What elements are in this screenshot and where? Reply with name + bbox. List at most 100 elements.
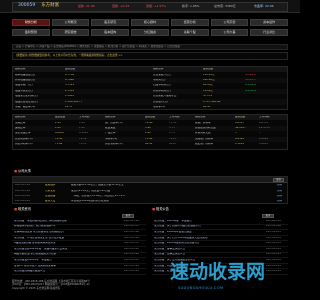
news-date: 2025-05-08: [124, 219, 140, 222]
table-cell: 76.39: [79, 137, 87, 140]
news-title[interactable]: 两融余额增加 东方财富融资买入居前: [12, 253, 122, 256]
news-date: 2025-05-07: [124, 225, 140, 228]
news-date: 2025-04-25: [266, 270, 282, 273]
news-title[interactable]: 东方财富证券2025年第一次临时股东大会决议: [12, 248, 122, 251]
watermark-sub: SUDONGSHOULU.COM: [178, 286, 224, 290]
col-value-2: 最新数值: [203, 68, 214, 71]
col-ratio-c-val: 最新数值: [235, 116, 246, 119]
table-cell: 0.7738: [65, 73, 75, 76]
tab-operations[interactable]: 经营分析: [170, 19, 209, 26]
stat-change: 涨跌: +0.33: [112, 4, 130, 8]
table-cell: 73.94: [55, 143, 63, 146]
tab-overview[interactable]: 公司概况: [51, 19, 90, 26]
event-detail-link[interactable]: 详情: [255, 200, 285, 203]
news-title[interactable]: 东方财富一季度营收同比增长 净利润保持稳健: [12, 220, 122, 223]
table-cell: 固定资产周转率: [195, 143, 214, 146]
stat-pe: 市盈率: 32.06: [254, 4, 274, 8]
tab-shareholders[interactable]: 股东研究: [91, 19, 130, 26]
table-cell: 0.1020: [79, 132, 89, 135]
tab-reports[interactable]: 研究报告: [51, 29, 90, 36]
table-cell: 流动资产周转率: [195, 137, 214, 140]
table-cell: 74.23: [79, 143, 87, 146]
news-title[interactable]: 东方财富回购股份进展公告: [12, 270, 122, 273]
tab-executives[interactable]: 公司高管: [210, 19, 249, 26]
table-cell: 73.94: [145, 137, 153, 140]
stat-price: 最新: 21.36: [78, 4, 95, 8]
news-more-button[interactable]: 更多: [122, 214, 134, 218]
tab-compare[interactable]: 行业对比: [250, 29, 289, 36]
table-row: 销售净利率(%) 73.94 74.23 销售毛利率(%) 92.41 91.67 固定资产…: [13, 142, 287, 147]
tab-capital[interactable]: 资本运作: [250, 19, 289, 26]
notice-bar: [重要提示] 财务数据仅供参考，以上市公司公告为准。一键查看最新财务指标，点击这…: [12, 52, 288, 60]
table-cell: 1,727,428.96: [203, 100, 221, 103]
tab-dividend[interactable]: 分红融资: [131, 29, 169, 36]
news-title[interactable]: 东方财富：董事会决议公告: [152, 248, 264, 251]
col-ratio-c-prev: 上年同期: [259, 116, 270, 119]
news-title[interactable]: 东方财富发布2025年一季度报告: [12, 259, 122, 262]
table-cell: 2.75: [169, 132, 175, 135]
news-title[interactable]: 互联网券商龙头 东方财富基金代销规模回升: [12, 231, 122, 234]
event-type[interactable]: 业绩披露: [43, 195, 69, 198]
bullet-icon: ■: [14, 207, 18, 211]
news-date: 2025-04-30: [124, 242, 140, 245]
table-cell: -4.75%: [203, 95, 213, 98]
ratio-rows: 流动比率 1.45 1.41 资产负债率(%) 74.48 73.30 总资产周转率 0.05…: [13, 120, 287, 147]
table-cell: 营业总收入(元): [153, 73, 171, 76]
event-type[interactable]: 大宗交易: [43, 190, 69, 193]
tab-finance[interactable]: 财务分析: [12, 19, 50, 26]
event-type[interactable]: 融资融券: [43, 184, 69, 187]
table-cell: 流动比率: [15, 121, 26, 124]
watermark-logo: 速动收录网: [170, 261, 266, 283]
event-detail-link[interactable]: 详情: [255, 195, 285, 198]
event-detail-link[interactable]: 详情: [255, 190, 285, 193]
news-title-text: 相关资讯: [18, 207, 31, 211]
table-cell: 74.48: [145, 121, 153, 124]
news-title[interactable]: 东方财富：2024年度利润分配预案公告: [152, 242, 264, 245]
news-title[interactable]: 东方财富：关于回购公司股份的进展公告: [152, 225, 264, 228]
events-title-text: 公司大事: [18, 169, 31, 173]
event-desc: 融资余额213.46亿元，融资买入额11.92亿元: [71, 184, 124, 187]
news-item[interactable]: 东方财富回购股份进展公告 2025-04-23: [12, 269, 146, 275]
news-date: 2025-05-02: [124, 236, 140, 239]
event-type[interactable]: 股东大会: [43, 200, 69, 203]
table-cell: 存货周转天数: [195, 132, 211, 135]
news-title[interactable]: 东方财富：2025年第一季度报告: [152, 220, 264, 223]
table-cell: 92.41: [203, 105, 211, 108]
bullet-icon: ■: [14, 169, 18, 173]
tab-equity[interactable]: 股本结构: [91, 29, 130, 36]
event-detail-link[interactable]: 详情: [255, 184, 285, 187]
col-ratio-a-prev: 上年同期: [79, 116, 90, 119]
announce-more-button[interactable]: 更多: [262, 214, 274, 218]
col-ratio-b-prev: 上年同期: [169, 116, 180, 119]
col-ratio-a-val: 最新数值: [55, 116, 66, 119]
tab-themes[interactable]: 核心题材: [131, 19, 169, 26]
table-cell: --: [259, 132, 261, 135]
news-title[interactable]: 东方财富：2024年年度报告摘要: [152, 231, 264, 234]
events-more-button[interactable]: 更多: [273, 177, 284, 182]
news-title[interactable]: 东方财富：公司经营情况正常 业务稳步推进: [12, 237, 122, 240]
breadcrumb[interactable]: 首页 > 行情中心 > 沪深个股 > 东方财富(300059) > 财务分析 >…: [12, 44, 288, 50]
table-cell: --: [235, 132, 237, 135]
news-title[interactable]: 东方财富：关于召开2024年度股东大会的通知: [152, 237, 264, 240]
table-cell: 扣非每股收益(元): [15, 78, 36, 81]
news-date: 2025-04-25: [266, 247, 282, 250]
table-cell: 资产负债率(%): [105, 121, 123, 124]
events-title: ■公司大事: [14, 169, 31, 175]
notice-text[interactable]: [重要提示] 财务数据仅供参考，以上市公司公告为准。一键查看最新财务指标，点击这…: [13, 53, 287, 59]
table-cell: 81.93亿: [203, 84, 214, 87]
table-cell: 92.41: [145, 143, 153, 146]
news-title[interactable]: 券商板块午后拉升 东方财富涨超1%: [12, 225, 122, 228]
news-title[interactable]: A股成交额回暖 证券板块获资金关注: [12, 242, 122, 245]
news-title[interactable]: 东方财富：监事会决议公告: [152, 253, 264, 256]
tab-forecast[interactable]: 盈利预测: [12, 29, 50, 36]
tab-related[interactable]: 关联个股: [170, 29, 209, 36]
news-date: 2025-04-25: [266, 258, 282, 261]
news-title[interactable]: 证券ETF持续净流入 龙头券商受青睐: [12, 265, 122, 268]
table-cell: 0.0632: [55, 132, 65, 135]
stock-title: 300059 东方财富: [18, 3, 59, 8]
table-cell: 归属净利润(元): [153, 84, 171, 87]
event-desc: 一季报：营业收入35.84亿，同比增长12.74%: [71, 194, 125, 197]
tab-events[interactable]: 公司大事: [210, 29, 249, 36]
table-cell: 1.41: [79, 126, 85, 129]
table-cell: 0.7446: [65, 78, 75, 81]
